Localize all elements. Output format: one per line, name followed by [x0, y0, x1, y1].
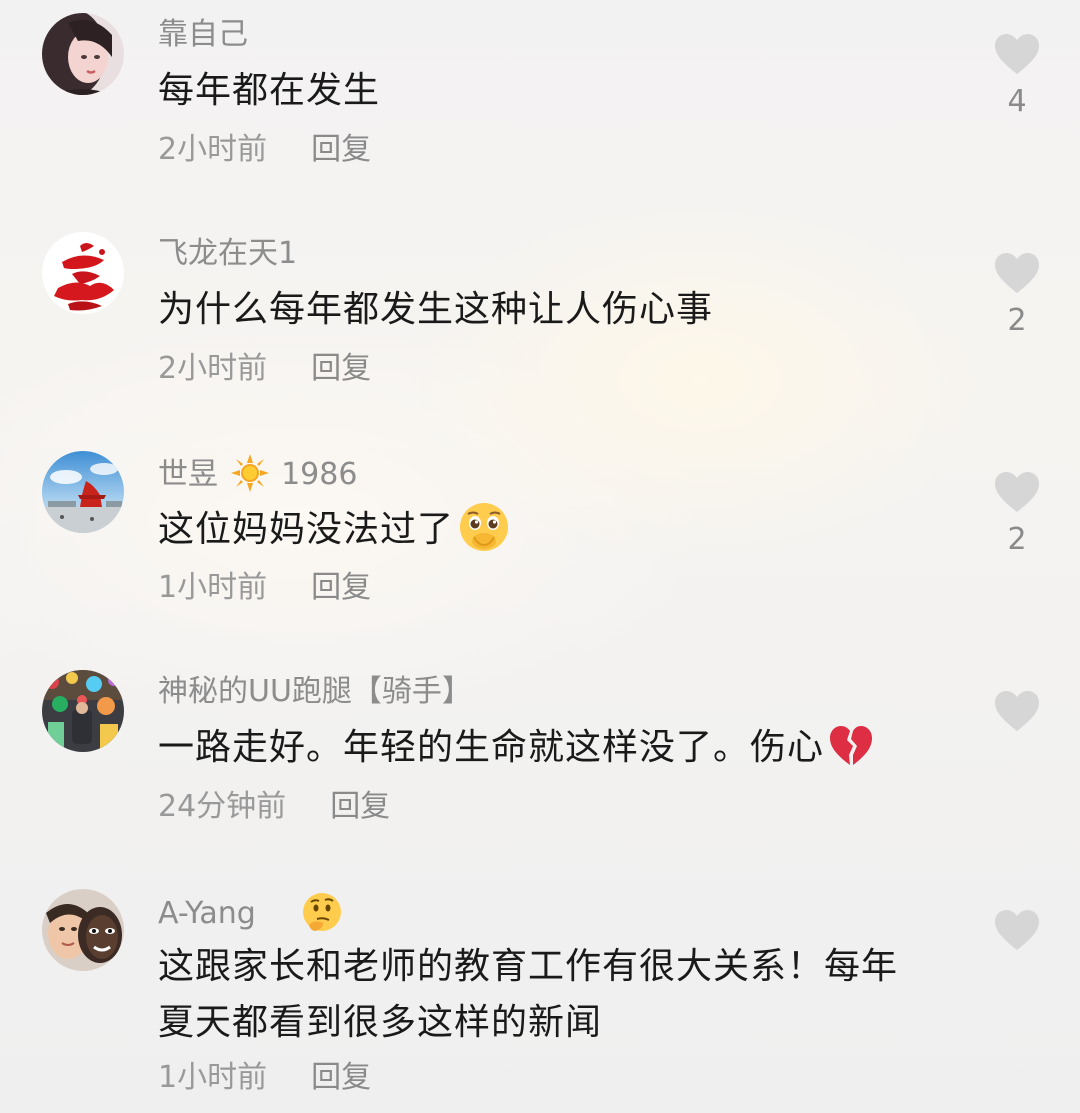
user-avatar[interactable] — [42, 670, 124, 752]
comment-text-content: 这位妈妈没法过了 — [158, 509, 455, 550]
username[interactable]: 飞龙在天1 — [158, 234, 297, 274]
comment-text-content: 一路走好。年轻的生命就这样没了。伤心 — [158, 727, 825, 768]
username[interactable]: A-Yang — [158, 891, 343, 934]
thinking-face-icon — [303, 893, 342, 931]
reply-button[interactable]: 回复 — [311, 1060, 371, 1095]
heart-icon — [995, 910, 1039, 950]
timestamp: 2小时前 — [158, 351, 268, 386]
user-avatar[interactable] — [42, 232, 124, 314]
like-button[interactable]: 4 — [992, 32, 1042, 120]
like-button[interactable]: 2 — [992, 251, 1042, 339]
avatar-colorful-crowd-icon — [42, 670, 124, 752]
comment-text: 每年都在发生 — [158, 70, 381, 111]
like-count: 2 — [1007, 303, 1027, 338]
like-button[interactable] — [992, 908, 1042, 952]
reply-button[interactable]: 回复 — [311, 132, 371, 167]
comment-text-line: 这跟家长和老师的教育工作有很大关系！每年 — [158, 946, 899, 987]
comment-text: 一路走好。年轻的生命就这样没了。伤心 — [158, 720, 958, 776]
sun-icon — [230, 454, 269, 492]
broken-heart-icon — [830, 726, 873, 765]
pleading-face-icon — [460, 503, 509, 551]
comment-meta: 24分钟前 回复 — [158, 787, 390, 827]
username[interactable]: 靠自己 — [158, 15, 248, 55]
username-text: A-Yang — [158, 896, 256, 931]
comment-meta: 2小时前 回复 — [158, 130, 371, 170]
like-count: 2 — [1007, 522, 1027, 557]
reply-button[interactable]: 回复 — [330, 789, 390, 824]
heart-icon — [995, 34, 1039, 74]
comment-text-line: 夏天都看到很多这样的新闻 — [158, 1002, 603, 1043]
comment-meta: 1小时前 回复 — [158, 568, 371, 608]
heart-icon — [995, 691, 1039, 731]
like-button[interactable]: 2 — [992, 470, 1042, 558]
comment-text: 这跟家长和老师的教育工作有很大关系！每年 夏天都看到很多这样的新闻 — [158, 939, 958, 1051]
comment-meta: 1小时前 回复 — [158, 1058, 371, 1098]
comment-text: 为什么每年都发生这种让人伤心事 — [158, 289, 714, 330]
user-avatar[interactable] — [42, 889, 124, 971]
heart-icon — [995, 253, 1039, 293]
avatar-two-faces-icon — [42, 889, 124, 971]
username[interactable]: 神秘的UU跑腿【骑手】 — [158, 672, 472, 712]
like-count: 4 — [1007, 84, 1027, 119]
timestamp: 2小时前 — [158, 132, 268, 167]
avatar-red-calligraphy-icon — [42, 232, 124, 314]
timestamp: 1小时前 — [158, 570, 268, 605]
heart-icon — [995, 472, 1039, 512]
username-text: 世昱 — [158, 457, 218, 492]
reply-button[interactable]: 回复 — [311, 570, 371, 605]
timestamp: 1小时前 — [158, 1060, 268, 1095]
timestamp: 24分钟前 — [158, 789, 287, 824]
like-button[interactable] — [992, 689, 1042, 733]
comment-text: 这位妈妈没法过了 — [158, 501, 958, 558]
username-suffix: 1986 — [281, 457, 358, 492]
username[interactable]: 世昱 1986 — [158, 453, 357, 495]
user-avatar[interactable] — [42, 451, 124, 533]
reply-button[interactable]: 回复 — [311, 351, 371, 386]
avatar-girl-photo-icon — [42, 13, 124, 95]
avatar-landmark-sky-icon — [42, 451, 124, 533]
user-avatar[interactable] — [42, 13, 124, 95]
comment-meta: 2小时前 回复 — [158, 349, 371, 389]
